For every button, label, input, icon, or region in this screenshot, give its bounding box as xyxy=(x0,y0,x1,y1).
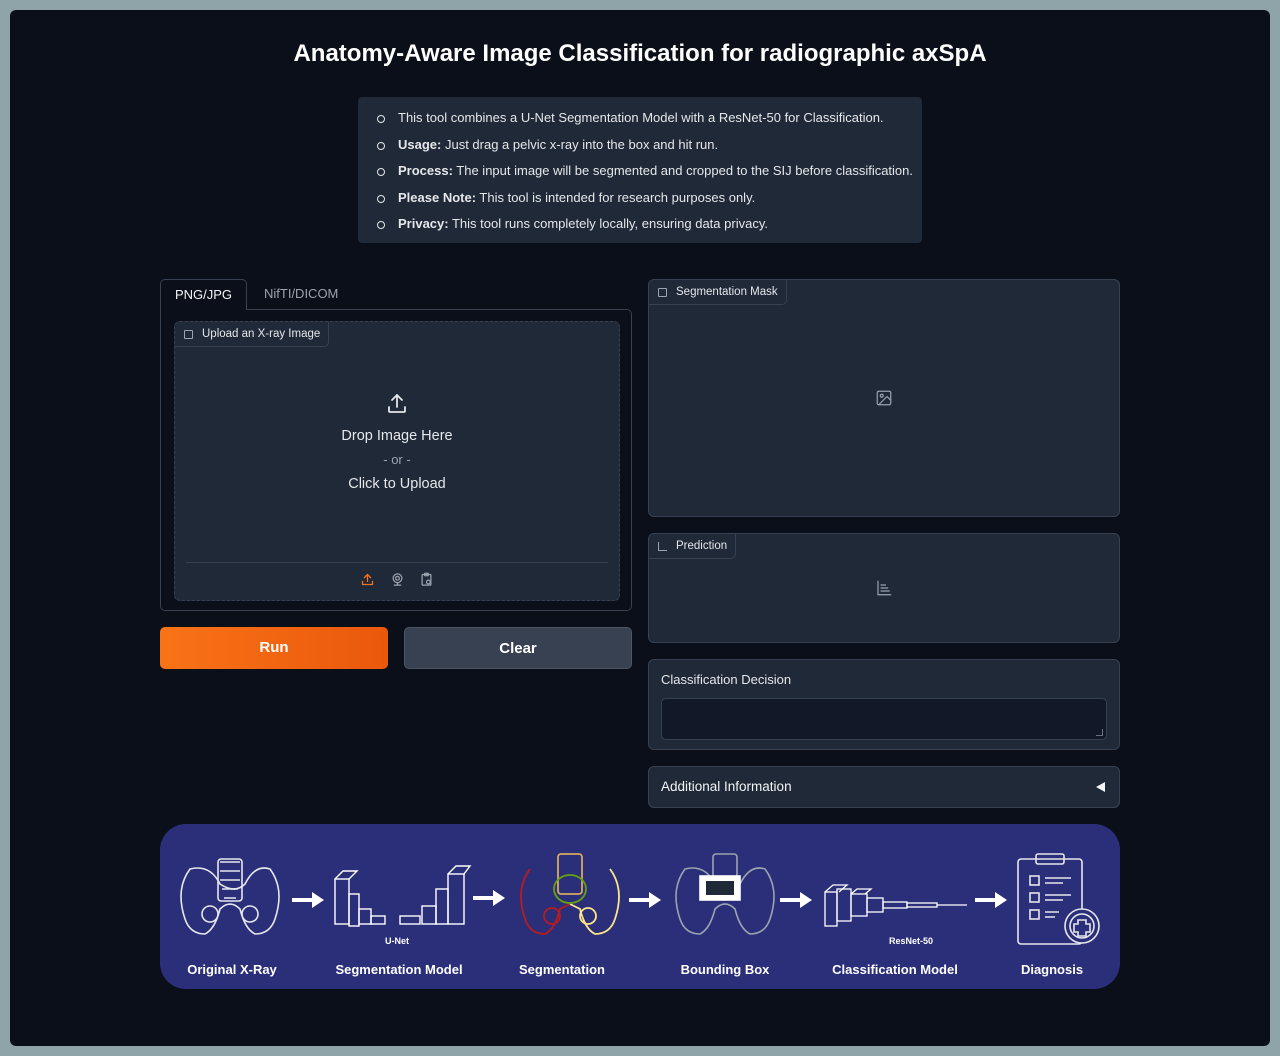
info-item: Usage: Just drag a pelvic x-ray into the… xyxy=(377,132,922,159)
triangle-left-icon[interactable] xyxy=(1096,782,1105,792)
bar-chart-icon xyxy=(658,542,667,551)
tab-panel: Upload an X-ray Image Drop Image Here - … xyxy=(160,309,632,611)
app-window: Anatomy-Aware Image Classification for r… xyxy=(10,10,1270,1046)
image-upload-dropzone[interactable]: Upload an X-ray Image Drop Image Here - … xyxy=(174,321,620,601)
classification-panel: Classification Decision xyxy=(648,659,1120,750)
page-title: Anatomy-Aware Image Classification for r… xyxy=(293,40,987,67)
pelvis-xray-icon xyxy=(180,858,280,935)
accordion-label: Additional Information xyxy=(661,779,792,794)
prediction-panel: Prediction xyxy=(648,533,1120,643)
divider xyxy=(186,562,608,563)
click-upload-text: Click to Upload xyxy=(348,476,446,492)
unet-label: U-Net xyxy=(385,936,409,946)
run-button[interactable]: Run xyxy=(160,627,388,669)
arrow-icon xyxy=(473,890,505,906)
clear-button[interactable]: Clear xyxy=(404,627,632,669)
bar-chart-placeholder-icon xyxy=(877,580,892,596)
upload-label: Upload an X-ray Image xyxy=(175,322,330,347)
upload-arrow-icon xyxy=(388,394,406,413)
stage-label: Classification Model xyxy=(832,962,958,977)
tab-nifti-dicom[interactable]: NifTI/DICOM xyxy=(264,279,338,310)
stage-label: Diagnosis xyxy=(1020,962,1084,977)
drop-area[interactable]: Drop Image Here - or - Click to Upload xyxy=(175,392,619,496)
info-item: Process: The input image will be segment… xyxy=(377,158,922,185)
input-tabs: PNG/JPG NifTI/DICOM Upload an X-ray Imag… xyxy=(160,279,632,611)
webcam-icon[interactable] xyxy=(390,572,405,592)
upload-icon[interactable] xyxy=(360,572,375,592)
segmentation-label: Segmentation Mask xyxy=(649,280,787,305)
clipboard-icon[interactable] xyxy=(419,572,434,592)
stage-label: Bounding Box xyxy=(680,962,770,977)
diagnosis-clipboard-icon xyxy=(1017,853,1100,945)
arrow-icon xyxy=(629,892,661,908)
stage-label: Original X-Ray xyxy=(187,962,277,977)
tab-png-jpg[interactable]: PNG/JPG xyxy=(160,279,247,310)
source-selector xyxy=(175,572,619,592)
info-box: This tool combines a U-Net Segmentation … xyxy=(358,97,922,243)
info-item: Please Note: This tool is intended for r… xyxy=(377,185,922,212)
drop-text: Drop Image Here xyxy=(341,428,453,444)
classification-label: Classification Decision xyxy=(661,672,792,687)
additional-information-accordion[interactable]: Additional Information xyxy=(648,766,1120,808)
unet-model-icon xyxy=(334,865,472,927)
stage-label: Segmentation xyxy=(519,962,605,977)
resize-handle-icon[interactable] xyxy=(1096,729,1103,736)
bounding-box-icon xyxy=(675,853,775,935)
pipeline-diagram: U-Net ResNet-50 Original X-Ray Segmentat… xyxy=(160,824,1120,989)
prediction-label: Prediction xyxy=(649,534,737,559)
image-icon xyxy=(658,288,667,297)
info-item: This tool combines a U-Net Segmentation … xyxy=(377,105,922,132)
image-icon xyxy=(184,330,193,339)
resnet-label: ResNet-50 xyxy=(888,936,934,946)
resnet-model-icon xyxy=(824,884,967,927)
classification-output-field[interactable] xyxy=(661,698,1107,740)
arrow-icon xyxy=(780,892,812,908)
stage-label: Segmentation Model xyxy=(335,962,463,977)
image-placeholder-icon xyxy=(876,390,892,406)
pipeline-graphic xyxy=(180,853,1100,945)
segmented-pelvis-icon xyxy=(520,853,620,935)
arrow-icon xyxy=(292,892,324,908)
info-item: Privacy: This tool runs completely local… xyxy=(377,211,922,238)
segmentation-mask-panel: Segmentation Mask xyxy=(648,279,1120,517)
or-text: - or - xyxy=(383,452,411,467)
info-list: This tool combines a U-Net Segmentation … xyxy=(377,105,922,238)
arrow-icon xyxy=(975,892,1007,908)
